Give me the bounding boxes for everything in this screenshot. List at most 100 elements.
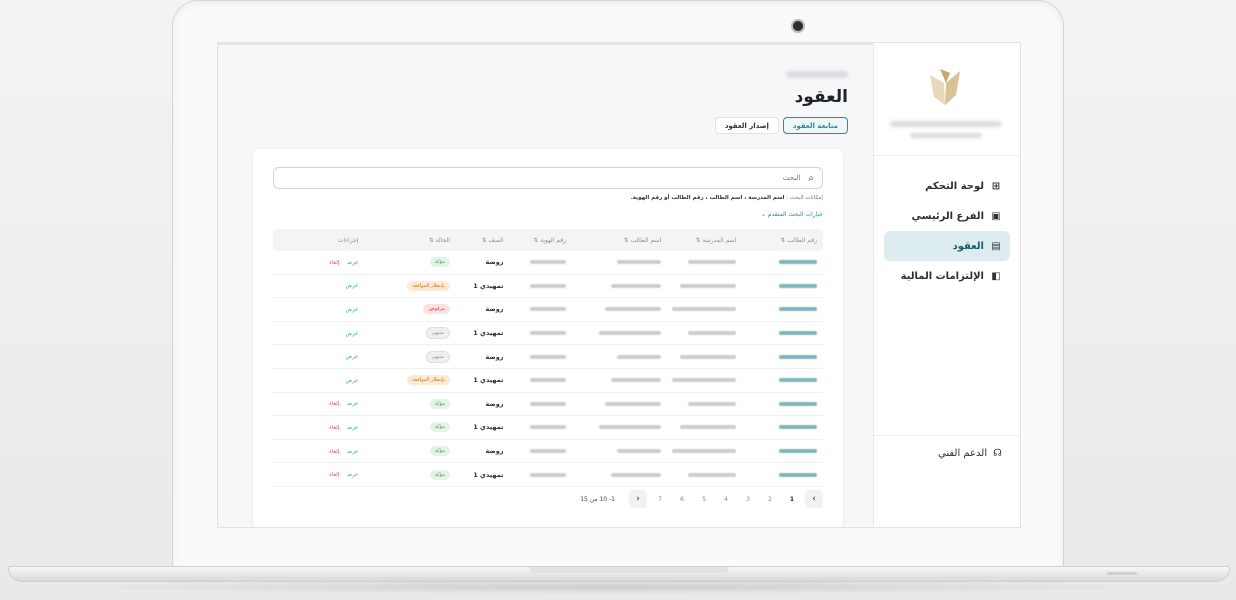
page-button[interactable]: 7 — [651, 490, 669, 508]
search-hint-fields: اسم المدرسة ، اسم الطالب ، رقم الطالب أو… — [630, 195, 785, 201]
cell-student-number — [742, 448, 823, 455]
cancel-button[interactable]: إلغاء — [329, 472, 339, 478]
col-id-number[interactable]: رقم الهوية ⇅ — [509, 237, 572, 244]
view-button[interactable]: عرض — [346, 331, 359, 337]
sidebar-divider-bottom — [874, 435, 1020, 436]
chevron-left-icon[interactable]: ‹ — [629, 490, 647, 508]
laptop-shadow — [40, 580, 1190, 594]
cell-status: مؤكد — [364, 398, 455, 409]
col-student-name[interactable]: اسم الطالب ⇅ — [572, 237, 667, 244]
redacted-value — [680, 354, 737, 359]
redacted-value — [779, 425, 817, 430]
cell-school-name — [667, 306, 742, 313]
cell-student-number — [742, 353, 823, 360]
redacted-value — [688, 331, 737, 336]
contract-tabs: متابعة العقود إصدار العقود — [714, 117, 848, 134]
laptop-notch — [529, 567, 729, 573]
sidebar-item-0[interactable]: ⊞ لوحة التحكم — [884, 171, 1010, 201]
cancel-button[interactable]: إلغاء — [329, 401, 339, 407]
status-badge: منتهي — [425, 350, 450, 363]
table-row: روضة مؤكد عرض إلغاء — [273, 440, 823, 464]
view-button[interactable]: عرض — [347, 260, 358, 266]
page-button[interactable]: 3 — [739, 490, 757, 508]
search-input[interactable] — [298, 173, 803, 183]
cell-actions: عرض إلغاء — [273, 400, 364, 407]
cell-grade: روضة — [485, 352, 504, 361]
redacted-value — [617, 260, 662, 265]
view-button[interactable]: عرض — [347, 425, 358, 431]
view-button[interactable]: عرض — [346, 354, 359, 360]
page-button[interactable]: 1 — [783, 490, 801, 508]
sidebar-item-support[interactable]: ☊ الدعم الفني — [938, 448, 1002, 459]
advanced-search-toggle[interactable]: خيارات البحث المتقدم ⌄ — [761, 211, 823, 218]
cell-school-name — [667, 377, 742, 384]
sidebar-item-3[interactable]: ◧ الإلتزامات المالية — [884, 261, 1010, 291]
status-badge: مؤكد — [429, 446, 450, 457]
redacted-value — [779, 307, 817, 312]
cell-actions: عرض — [273, 377, 364, 384]
cell-student-number — [742, 424, 823, 431]
search-box[interactable]: ⌕ — [273, 167, 823, 189]
cell-student-name — [572, 282, 667, 289]
redacted-value — [617, 354, 662, 359]
redacted-value — [530, 260, 567, 265]
chevron-right-icon[interactable]: › — [805, 490, 823, 508]
cancel-button[interactable]: إلغاء — [329, 449, 339, 455]
redacted-value — [688, 401, 737, 406]
page-button[interactable]: 5 — [695, 490, 713, 508]
view-button[interactable]: عرض — [347, 472, 358, 478]
redacted-value — [611, 283, 662, 288]
cell-status: بإنتظار الموافقة — [364, 280, 455, 291]
cell-grade: روضة — [485, 399, 504, 408]
contracts-card: ⌕ إمكانات البحث : اسم المدرسة ، اسم الطا… — [253, 149, 843, 527]
cell-school-name — [667, 471, 742, 478]
cell-id-number — [509, 448, 572, 455]
page-button[interactable]: 4 — [717, 490, 735, 508]
sidebar-item-label: العقود — [952, 240, 984, 252]
cell-actions: عرض إلغاء — [273, 471, 364, 478]
cell-id-number — [509, 377, 572, 384]
cell-grade: تمهيدي 1 — [473, 376, 504, 385]
cell-student-number — [742, 282, 823, 289]
cancel-button[interactable]: إلغاء — [329, 260, 339, 266]
view-button[interactable]: عرض — [346, 378, 359, 384]
tab-issue-contracts[interactable]: إصدار العقود — [714, 117, 779, 134]
cell-status: مؤكد — [364, 469, 455, 480]
table-body: روضة مؤكد عرض إلغاء تمهيدي 1 بإنتظار الموافقة… — [273, 251, 823, 487]
cell-student-number — [742, 377, 823, 384]
redacted-value — [599, 331, 662, 336]
redacted-value — [680, 283, 737, 288]
page-button[interactable]: 2 — [761, 490, 779, 508]
redacted-value — [779, 472, 817, 477]
pagination: › 1234567 ‹ 1- 10 من 15 — [273, 489, 823, 509]
headset-icon: ☊ — [993, 448, 1002, 459]
view-button[interactable]: عرض — [346, 283, 359, 289]
support-label: الدعم الفني — [937, 448, 988, 459]
sidebar-item-2[interactable]: ▤ العقود — [884, 231, 1010, 261]
cell-grade: روضة — [485, 447, 504, 456]
redacted-value — [530, 283, 567, 288]
view-button[interactable]: عرض — [346, 307, 359, 313]
sidebar-item-1[interactable]: ▣ الفرع الرئيسي — [884, 201, 1010, 231]
cancel-button[interactable]: إلغاء — [329, 425, 339, 431]
status-badge: مؤكد — [429, 257, 450, 268]
view-button[interactable]: عرض — [347, 449, 358, 455]
app-screen: ⊞ لوحة التحكم ▣ الفرع الرئيسي ▤ العقود ◧ الإلتز… — [217, 42, 1021, 528]
cell-actions: عرض — [273, 282, 364, 289]
col-grade[interactable]: الصف ⇅ — [456, 237, 510, 244]
redacted-value — [779, 449, 817, 454]
col-status[interactable]: الحالة ⇅ — [364, 237, 455, 244]
redacted-value — [779, 354, 817, 359]
redacted-value — [530, 307, 567, 312]
org-name-line — [890, 121, 1002, 127]
redacted-value — [605, 307, 662, 312]
cell-grade: تمهيدي 1 — [473, 281, 504, 290]
col-school-name[interactable]: اسم المدرسة ⇅ — [667, 237, 742, 244]
cell-school-name — [667, 400, 742, 407]
redacted-value — [530, 425, 567, 430]
view-button[interactable]: عرض — [347, 401, 358, 407]
tab-follow-contracts[interactable]: متابعة العقود — [782, 117, 848, 134]
col-student-number[interactable]: رقم الطالب ⇅ — [742, 237, 823, 244]
page-button[interactable]: 6 — [673, 490, 691, 508]
redacted-value — [680, 425, 737, 430]
